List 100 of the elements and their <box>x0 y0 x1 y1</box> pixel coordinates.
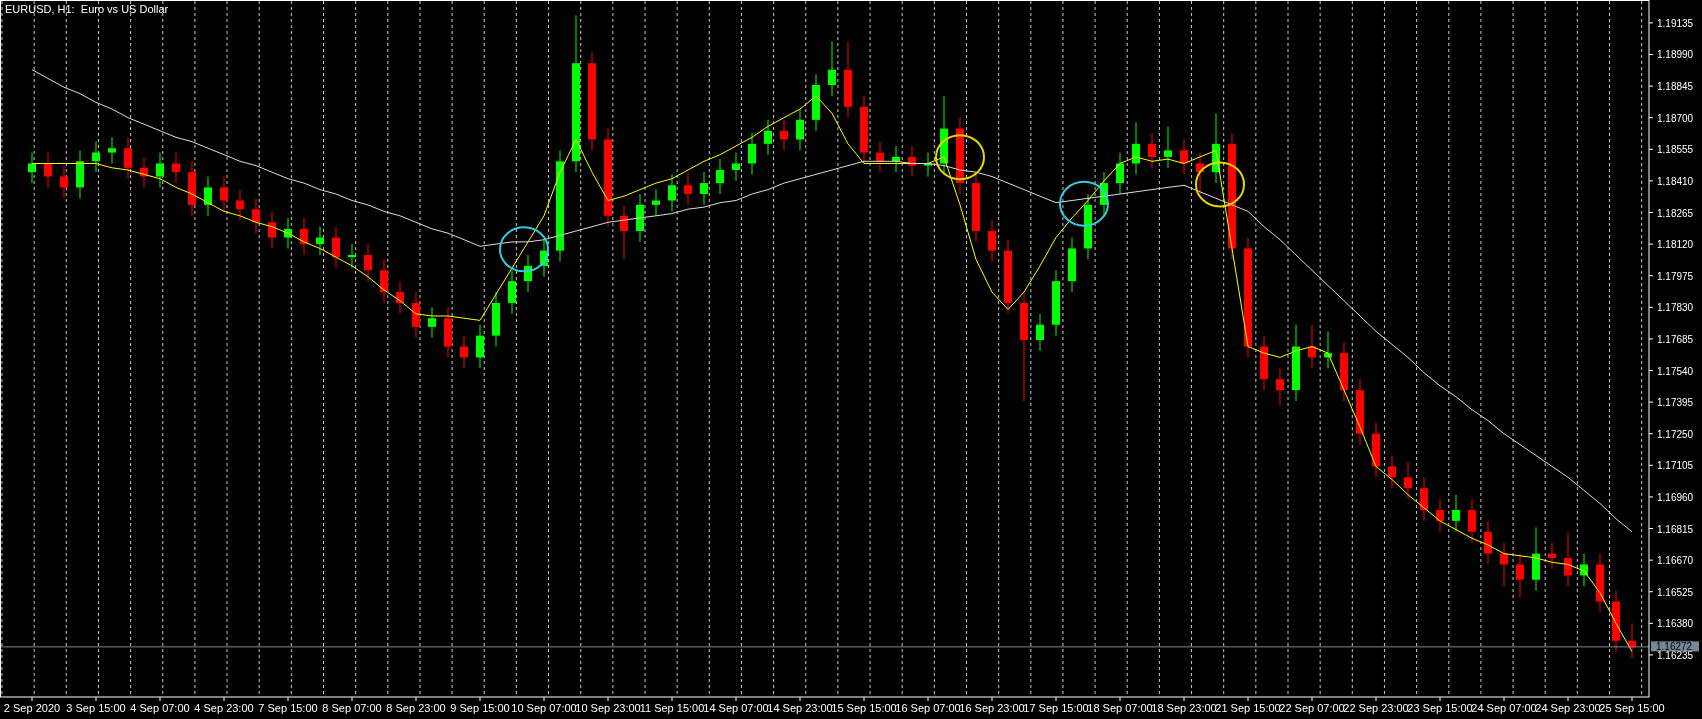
candlestick <box>684 173 692 206</box>
price-tick-label: 1.17395 <box>1657 397 1694 409</box>
time-tick-label: 8 Sep 07:00 <box>322 702 382 714</box>
candlestick <box>364 243 372 282</box>
price-tick-label: 1.17250 <box>1657 428 1694 440</box>
time-tick-label: 4 Sep 07:00 <box>130 702 190 714</box>
candlestick <box>124 136 132 180</box>
candlestick <box>988 219 996 263</box>
time-tick-label: 16 Sep 07:00 <box>895 702 961 714</box>
time-tick-label: 10 Sep 07:00 <box>511 702 577 714</box>
candlestick <box>1148 132 1156 169</box>
candlestick <box>1372 422 1380 478</box>
candlestick <box>1276 367 1284 406</box>
candlestick <box>444 306 452 358</box>
candlestick <box>540 239 548 278</box>
candlestick <box>1324 330 1332 369</box>
candlestick <box>1596 553 1604 613</box>
candlestick <box>60 165 68 199</box>
candlestick <box>1436 498 1444 533</box>
time-tick-label: 18 Sep 23:00 <box>1151 702 1217 714</box>
candlestick <box>92 141 100 173</box>
candlestick <box>476 324 484 369</box>
candlestick <box>748 132 756 175</box>
price-tick-label: 1.16960 <box>1657 491 1694 503</box>
price-tick-label: 1.16815 <box>1657 523 1694 535</box>
price-tick-label: 1.18120 <box>1657 239 1694 251</box>
time-tick-label: 24 Sep 07:00 <box>1471 702 1537 714</box>
candlestick <box>412 291 420 339</box>
candlestick <box>1532 526 1540 592</box>
price-tick-label: 1.18990 <box>1657 49 1694 61</box>
candlestick <box>828 40 836 97</box>
candlestick <box>460 335 468 369</box>
candlestick <box>492 291 500 348</box>
candlestick <box>1452 494 1460 533</box>
candlestick <box>140 156 148 188</box>
candlestick <box>1580 553 1588 587</box>
current-price-label: 1.16272 <box>1651 641 1699 653</box>
candlestick <box>1132 121 1140 175</box>
candlestick <box>700 171 708 206</box>
candlestick <box>508 269 516 315</box>
time-tick-label: 10 Sep 23:00 <box>575 702 641 714</box>
candlestick <box>796 108 804 151</box>
time-tick-label: 4 Sep 23:00 <box>194 702 254 714</box>
price-tick-label: 1.18700 <box>1657 112 1694 124</box>
candlestick <box>972 171 980 243</box>
price-tick-label: 1.18410 <box>1657 175 1694 187</box>
candlestick <box>876 141 884 173</box>
time-tick-label: 16 Sep 23:00 <box>959 702 1025 714</box>
candlestick <box>620 204 628 260</box>
candlestick <box>108 136 116 164</box>
candlestick <box>908 145 916 178</box>
candlestick <box>348 243 356 269</box>
price-tick-label: 1.18265 <box>1657 207 1694 219</box>
candlestick <box>156 152 164 188</box>
price-tick-label: 1.17540 <box>1657 365 1694 377</box>
candlestick <box>1484 520 1492 565</box>
time-tick-label: 14 Sep 07:00 <box>703 702 769 714</box>
candlestick <box>268 210 276 249</box>
candlestick <box>252 197 260 234</box>
candlestick <box>1548 542 1556 570</box>
candlestick <box>1260 335 1268 391</box>
candlestick <box>1468 498 1476 544</box>
time-tick-label: 11 Sep 15:00 <box>639 702 705 714</box>
candlestick <box>1420 476 1428 522</box>
price-tick-label: 1.17830 <box>1657 302 1694 314</box>
candlestick <box>332 226 340 269</box>
candlestick <box>316 226 324 256</box>
candlestick <box>524 254 532 293</box>
price-tick-label: 1.16525 <box>1657 586 1694 598</box>
candlestick <box>204 176 212 217</box>
candlestick <box>1212 112 1220 184</box>
candlestick <box>1356 378 1364 446</box>
candlestick <box>1036 313 1044 352</box>
candlestick <box>76 149 84 199</box>
candlestick <box>924 152 932 178</box>
time-tick-label: 9 Sep 15:00 <box>450 702 510 714</box>
time-tick-label: 23 Sep 15:00 <box>1407 702 1473 714</box>
candlestick <box>1196 152 1204 195</box>
candlestick <box>1180 139 1188 175</box>
candlestick <box>1388 455 1396 489</box>
candlestick <box>172 152 180 184</box>
price-tick-label: 1.16670 <box>1657 555 1694 567</box>
candlestick <box>188 160 196 217</box>
candlestick <box>1628 622 1636 659</box>
candlestick <box>28 152 36 184</box>
candlestick <box>1612 590 1620 653</box>
time-tick-label: 21 Sep 15:00 <box>1215 702 1281 714</box>
candlestick <box>1340 341 1348 402</box>
candlestick <box>1052 269 1060 337</box>
price-tick-label: 1.17685 <box>1657 333 1694 345</box>
price-tick-label: 1.18845 <box>1657 81 1694 93</box>
time-tick-label: 3 Sep 15:00 <box>66 702 126 714</box>
candlestick <box>812 73 820 132</box>
candlestick <box>1500 542 1508 587</box>
candlestick <box>284 217 292 249</box>
time-tick-label: 25 Sep 15:00 <box>1599 702 1665 714</box>
candlestick <box>428 306 436 339</box>
price-tick-label: 1.17975 <box>1657 270 1694 282</box>
time-tick-label: 17 Sep 15:00 <box>1023 702 1089 714</box>
time-tick-label: 22 Sep 07:00 <box>1279 702 1345 714</box>
